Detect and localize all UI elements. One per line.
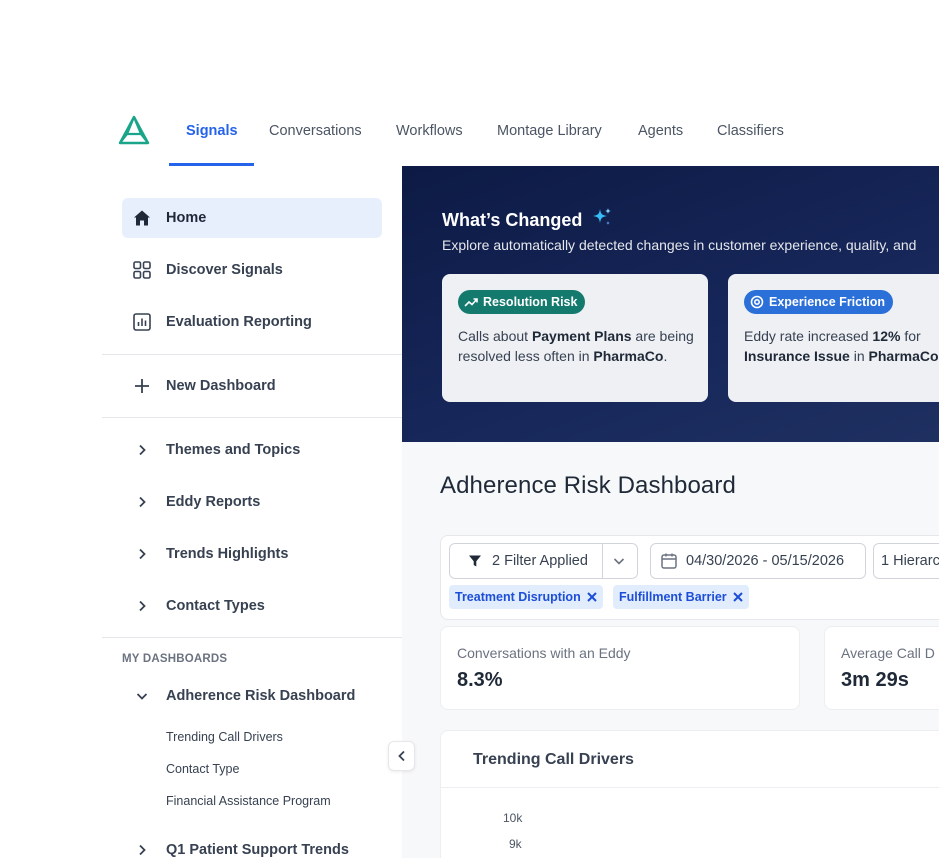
sparkle-icon [593,208,611,225]
filter-tag-fulfillment-barrier[interactable]: Fulfillment Barrier [613,585,749,609]
hero-subtitle: Explore automatically detected changes i… [442,237,917,253]
sidebar-sub-financial-assistance-program[interactable]: Financial Assistance Program [166,794,331,808]
sidebar-item-label: Evaluation Reporting [166,314,312,330]
filter-button-label: 2 Filter Applied [492,553,588,569]
filter-button[interactable]: 2 Filter Applied [449,543,638,579]
stat-label: Average Call D [841,645,935,661]
chevron-left-icon [397,750,405,762]
date-range-value: 04/30/2026 - 05/15/2026 [686,553,845,569]
tab-signals[interactable]: Signals [186,121,238,141]
sidebar-group-eddy-reports[interactable]: Eddy Reports [122,482,382,522]
app-logo-icon[interactable] [117,114,151,148]
sidebar-group-label: Themes and Topics [166,442,301,458]
signal-card-resolution-risk[interactable]: Resolution Risk Calls about Payment Plan… [442,274,708,402]
stat-card-average-call-duration: Average Call D 3m 29s [824,626,939,710]
tab-workflows[interactable]: Workflows [396,121,463,141]
sidebar-group-label: Contact Types [166,598,265,614]
sidebar-sub-contact-type[interactable]: Contact Type [166,762,239,776]
dashboard-label: Q1 Patient Support Trends [166,842,349,858]
sidebar-sub-trending-call-drivers[interactable]: Trending Call Drivers [166,730,283,744]
sidebar-divider [102,637,402,638]
experience-friction-badge: Experience Friction [744,290,894,314]
grid-icon [132,260,152,280]
chart-header-divider [441,787,939,788]
chevron-right-icon [132,492,152,512]
sidebar-item-discover-signals[interactable]: Discover Signals [122,250,382,290]
bar-chart-icon [132,312,152,332]
y-axis-tick: 9k [509,837,522,851]
sidebar-group-themes-and-topics[interactable]: Themes and Topics [122,430,382,470]
dashboard-label: Adherence Risk Dashboard [166,688,356,704]
sidebar-group-contact-types[interactable]: Contact Types [122,586,382,626]
my-dashboards-heading: MY DASHBOARDS [122,653,228,665]
chart-title: Trending Call Drivers [473,751,634,768]
chevron-right-icon [132,544,152,564]
calendar-icon [661,553,677,569]
sidebar-item-home[interactable]: Home [122,198,382,238]
home-icon [132,208,152,228]
hero-title: What’s Changed [442,210,583,230]
tab-conversations[interactable]: Conversations [269,121,362,141]
trending-up-icon [464,298,478,307]
dashboard-title: Adherence Risk Dashboard [440,472,736,499]
whats-changed-banner: What’s Changed Explore automatically det… [402,166,939,442]
filter-icon [469,555,481,567]
stat-value: 8.3% [457,669,503,691]
sidebar-group-trends-highlights[interactable]: Trends Highlights [122,534,382,574]
sidebar-divider [102,417,402,418]
tab-agents[interactable]: Agents [638,121,683,141]
stat-card-eddy-conversations: Conversations with an Eddy 8.3% [440,626,800,710]
tag-label: Fulfillment Barrier [619,590,727,604]
filter-split-divider [602,544,603,578]
sidebar-dashboard-adherence-risk[interactable]: Adherence Risk Dashboard [122,676,382,716]
y-axis-tick: 10k [503,811,523,825]
chevron-down-icon[interactable] [613,555,625,567]
sidebar-item-evaluation-reporting[interactable]: Evaluation Reporting [122,302,382,342]
date-range-picker[interactable]: 04/30/2026 - 05/15/2026 [650,543,866,579]
chevron-right-icon [132,840,152,858]
tab-classifiers[interactable]: Classifiers [717,121,784,141]
chevron-down-icon [132,686,152,706]
badge-label: Experience Friction [769,295,886,309]
top-nav: Signals Conversations Workflows Montage … [0,96,939,166]
new-dashboard-label: New Dashboard [166,378,276,394]
close-icon[interactable] [587,592,597,602]
stat-label: Conversations with an Eddy [457,645,631,661]
hierarchy-selector[interactable]: 1 Hierarch [873,543,939,579]
trending-call-drivers-card: Trending Call Drivers 10k 9k [440,730,939,858]
tab-montage-library[interactable]: Montage Library [497,121,602,141]
sidebar-divider [102,354,402,355]
plus-icon [132,376,152,396]
hierarchy-value: 1 Hierarch [881,553,939,569]
stat-value: 3m 29s [841,669,909,691]
sidebar: Home Discover Signals Evaluation Reporti… [102,166,402,858]
chevron-right-icon [132,596,152,616]
target-icon [750,295,764,309]
sidebar-item-label: Home [166,210,207,226]
signal-card-text: Eddy rate increased 12% for Insurance Is… [744,328,939,364]
main-content: What’s Changed Explore automatically det… [402,166,939,858]
new-dashboard-button[interactable]: New Dashboard [122,366,382,406]
sidebar-item-label: Discover Signals [166,262,283,278]
filter-panel: 2 Filter Applied 04/30/2026 - 05/15/2026… [440,535,939,620]
sidebar-group-label: Trends Highlights [166,546,289,562]
signal-card-experience-friction[interactable]: Experience Friction Eddy rate increased … [728,274,939,402]
badge-label: Resolution Risk [483,295,578,309]
tag-label: Treatment Disruption [455,590,581,604]
chevron-right-icon [132,440,152,460]
filter-tag-treatment-disruption[interactable]: Treatment Disruption [449,585,603,609]
sidebar-group-label: Eddy Reports [166,494,261,510]
close-icon[interactable] [732,592,743,602]
resolution-risk-badge: Resolution Risk [458,290,586,314]
sidebar-dashboard-q1-patient-support[interactable]: Q1 Patient Support Trends [122,830,382,858]
signal-card-text: Calls about Payment Plans are being reso… [458,328,694,364]
sidebar-collapse-button[interactable] [388,741,415,771]
